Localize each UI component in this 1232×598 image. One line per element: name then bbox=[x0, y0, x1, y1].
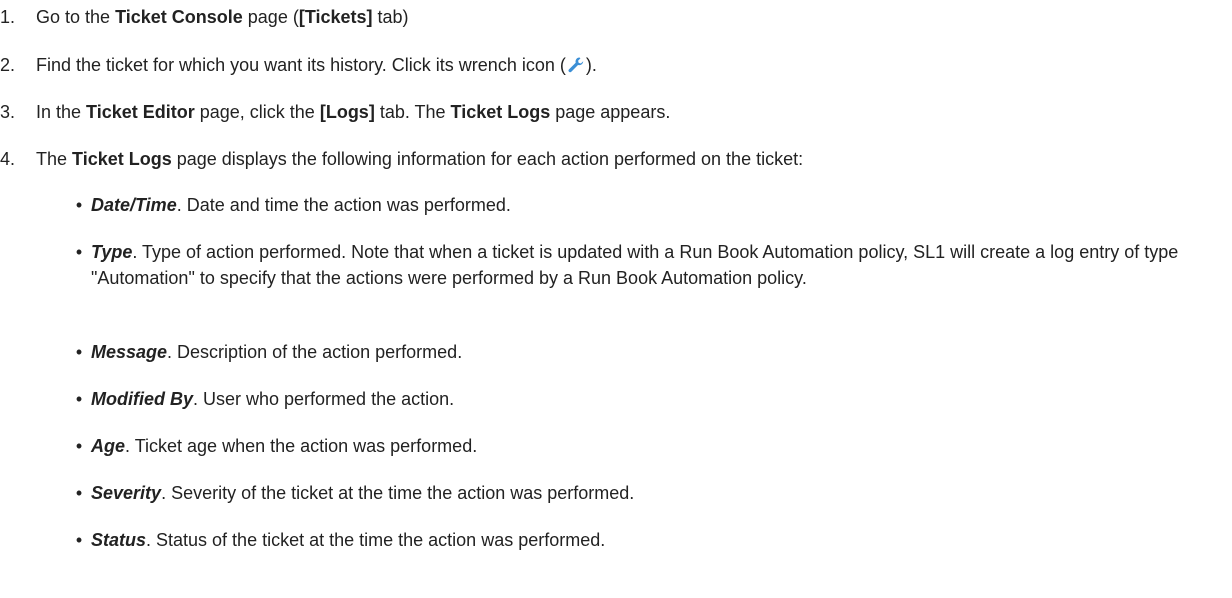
step-number: 4. bbox=[0, 149, 16, 169]
step-text: Go to the Ticket Console page ([Tickets]… bbox=[36, 7, 409, 27]
list-item-type: • Type. Type of action performed. Note t… bbox=[72, 239, 1222, 291]
step-4: 4. The Ticket Logs page displays the foll… bbox=[0, 146, 803, 172]
list-item-severity: • Severity. Severity of the ticket at th… bbox=[72, 480, 1222, 506]
field-term: Severity bbox=[91, 483, 162, 503]
field-description: . Type of action performed. Note that wh… bbox=[91, 242, 1179, 288]
list-item-modified-by: • Modified By. User who performed the ac… bbox=[72, 386, 1222, 412]
list-item-status: • Status. Status of the ticket at the ti… bbox=[72, 527, 1222, 553]
ticket-editor-label: Ticket Editor bbox=[86, 102, 195, 122]
field-term: Type bbox=[91, 242, 133, 262]
bullet-dot: • bbox=[75, 483, 83, 503]
step-number: 2. bbox=[0, 55, 16, 75]
list-item-message: • Message. Description of the action per… bbox=[72, 339, 1222, 365]
wrench-icon bbox=[567, 55, 585, 73]
ticket-logs-label: Ticket Logs bbox=[72, 149, 172, 169]
field-description: . Description of the action performed. bbox=[167, 342, 463, 362]
field-description: . Ticket age when the action was perform… bbox=[125, 436, 478, 456]
bullet-dot: • bbox=[75, 242, 83, 262]
step-1: 1. Go to the Ticket Console page ([Ticket… bbox=[0, 4, 409, 30]
field-term: Age bbox=[91, 436, 126, 456]
logs-tab-label: [Logs] bbox=[319, 102, 375, 122]
ticket-console-label: Ticket Console bbox=[115, 7, 243, 27]
step-3: 3. In the Ticket Editor page, click the [… bbox=[0, 99, 670, 125]
step-text: The Ticket Logs page displays the follow… bbox=[36, 149, 804, 169]
step-number: 3. bbox=[0, 102, 16, 122]
field-description: . Status of the ticket at the time the a… bbox=[146, 530, 606, 550]
field-description: . Severity of the ticket at the time the… bbox=[161, 483, 635, 503]
tickets-tab-label: [Tickets] bbox=[298, 7, 373, 27]
field-term: Modified By bbox=[91, 389, 193, 409]
field-term: Date/Time bbox=[91, 195, 177, 215]
document-page: 1. Go to the Ticket Console page ([Ticket… bbox=[0, 0, 1232, 598]
list-item-date-time: • Date/Time. Date and time the action wa… bbox=[72, 192, 1222, 218]
field-term: Message bbox=[91, 342, 168, 362]
field-term: Status bbox=[91, 530, 147, 550]
step-2: 2. Find the ticket for which you want its… bbox=[0, 52, 597, 78]
bullet-dot: • bbox=[75, 389, 83, 409]
bullet-dot: • bbox=[75, 342, 83, 362]
bullet-dot: • bbox=[75, 530, 83, 550]
ticket-logs-label: Ticket Logs bbox=[450, 102, 551, 122]
field-description: . Date and time the action was performed… bbox=[176, 195, 511, 215]
step-number: 1. bbox=[0, 7, 16, 27]
step-text: Find the ticket for which you want its h… bbox=[36, 55, 597, 75]
bullet-dot: • bbox=[75, 195, 83, 215]
list-item-age: • Age. Ticket age when the action was pe… bbox=[72, 433, 1222, 459]
step-text: In the Ticket Editor page, click the [Lo… bbox=[36, 102, 671, 122]
bullet-dot: • bbox=[75, 436, 83, 456]
field-description: . User who performed the action. bbox=[193, 389, 455, 409]
